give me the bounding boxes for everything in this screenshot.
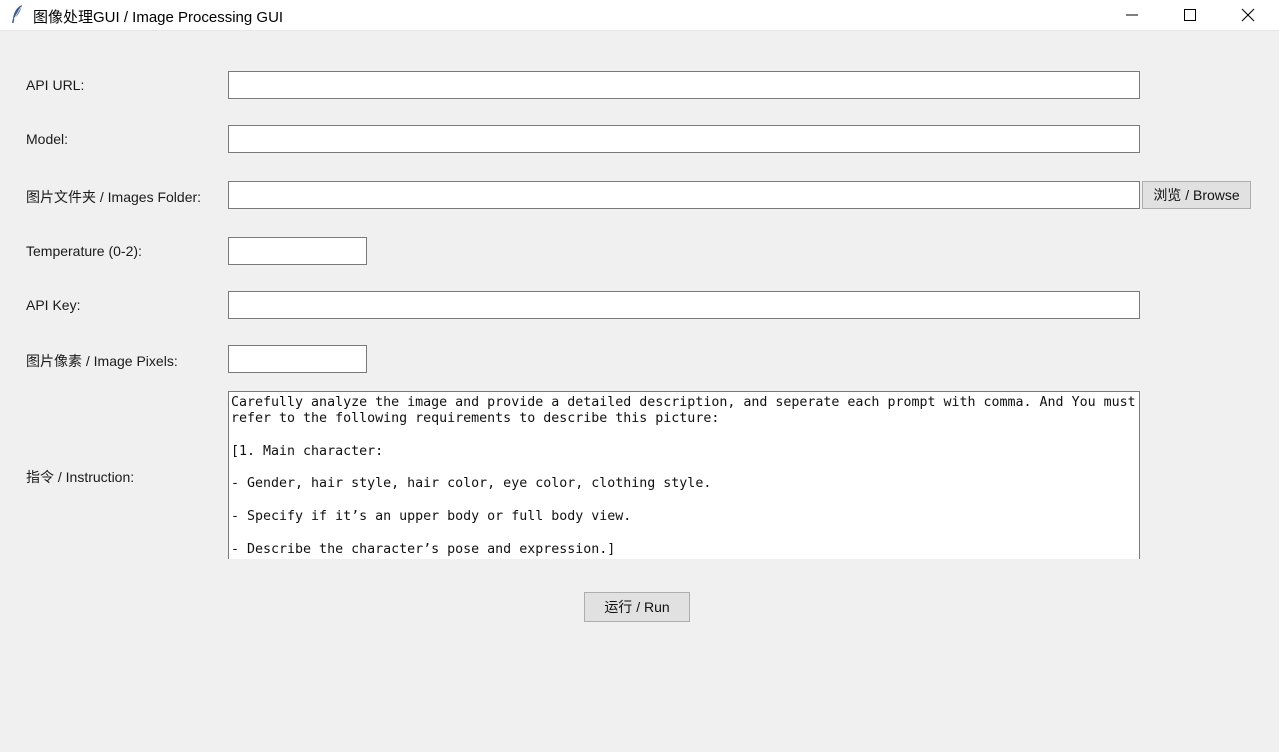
api-key-input[interactable] xyxy=(228,291,1140,319)
images-folder-input[interactable] xyxy=(228,181,1140,209)
close-icon xyxy=(1241,8,1255,22)
run-button[interactable]: 运行 / Run xyxy=(584,592,690,622)
minimize-icon xyxy=(1126,14,1138,16)
instruction-textarea[interactable]: Carefully analyze the image and provide … xyxy=(228,391,1140,559)
minimize-button[interactable] xyxy=(1103,0,1161,30)
api-key-label: API Key: xyxy=(26,297,81,313)
window-title: 图像处理GUI / Image Processing GUI xyxy=(33,9,284,26)
maximize-icon xyxy=(1184,9,1196,21)
temperature-label: Temperature (0-2): xyxy=(26,243,142,259)
image-pixels-input[interactable] xyxy=(228,345,367,373)
feather-icon xyxy=(12,5,22,23)
close-button[interactable] xyxy=(1219,0,1277,30)
api-url-label: API URL: xyxy=(26,77,85,93)
maximize-button[interactable] xyxy=(1161,0,1219,30)
browse-button[interactable]: 浏览 / Browse xyxy=(1142,181,1251,209)
title-bar[interactable]: 图像处理GUI / Image Processing GUI xyxy=(0,0,1279,31)
model-label: Model: xyxy=(26,131,69,147)
model-input[interactable] xyxy=(228,125,1140,153)
api-url-input[interactable] xyxy=(228,71,1140,99)
temperature-input[interactable] xyxy=(228,237,367,265)
instruction-label: 指令 / Instruction: xyxy=(26,469,135,485)
app-window: 图像处理GUI / Image Processing GUI API URL: … xyxy=(0,0,1279,752)
images-folder-label: 图片文件夹 / Images Folder: xyxy=(26,189,202,205)
image-pixels-label: 图片像素 / Image Pixels: xyxy=(26,353,178,369)
